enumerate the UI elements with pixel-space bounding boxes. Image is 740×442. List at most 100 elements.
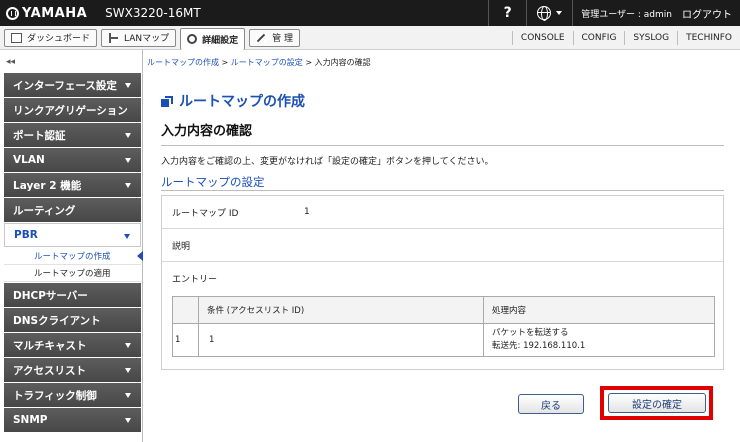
breadcrumb-separator: >	[219, 58, 231, 67]
confirm-button[interactable]: 設定の確定	[608, 393, 706, 413]
page-title-icon	[161, 95, 173, 107]
sidebar-item-dhcp-server[interactable]: DHCPサーバー	[4, 283, 141, 307]
chevron-down-icon	[125, 133, 131, 138]
confirm-highlight: 設定の確定	[600, 386, 713, 420]
language-button[interactable]	[526, 0, 572, 26]
cell-index: 1	[172, 323, 199, 357]
tab-dashboard[interactable]: ダッシュボード	[4, 28, 98, 47]
column-header-index	[172, 296, 199, 324]
chevron-down-icon	[125, 343, 131, 348]
pbr-submenu: ルートマップの作成 ルートマップの適用	[4, 248, 143, 282]
sidebar-item-port-auth[interactable]: ポート認証	[4, 123, 141, 147]
section-title: 入力内容の確認	[161, 124, 253, 139]
config-link[interactable]: CONFIG	[572, 30, 625, 45]
tab-admin-label: 管 理	[272, 34, 294, 44]
top-bar: YAMAHA SWX3220-16MT ? 管理ユーザー : admin ログア…	[0, 0, 740, 26]
cell-condition: 1	[198, 323, 484, 357]
back-button[interactable]: 戻る	[518, 394, 584, 414]
description-label: 説明	[172, 241, 191, 252]
main-content: ルートマップの作成 > ルートマップの設定 > 入力内容の確認 ルートマップの作…	[143, 50, 740, 442]
tab-detail-settings-label: 詳細設定	[202, 35, 239, 46]
description-row: 説明	[162, 229, 723, 262]
sidebar-item-label: マルチキャスト	[13, 339, 87, 352]
user-label: 管理ユーザー : admin	[572, 0, 680, 26]
yamaha-logo: YAMAHA	[0, 6, 87, 21]
divider	[161, 145, 724, 146]
techinfo-link[interactable]: TECHINFO	[677, 30, 740, 45]
sidebar-item-label: SNMP	[13, 414, 48, 426]
action-destination: 転送先: 192.168.110.1	[492, 341, 586, 351]
routemap-id-value: 1	[304, 207, 310, 217]
sidebar-item-interface[interactable]: インターフェース設定	[4, 73, 141, 97]
breadcrumb-current: 入力内容の確認	[314, 58, 371, 67]
sidebar-item-label: PBR	[14, 229, 38, 241]
lanmap-icon	[108, 32, 120, 43]
entry-table: 条件 (アクセスリスト ID) 処理内容 1 1 パケットを転送する 転送先: …	[172, 296, 715, 357]
tab-detail-settings[interactable]: 詳細設定	[180, 27, 246, 50]
yamaha-mark-icon	[6, 6, 19, 20]
sidebar-item-multicast[interactable]: マルチキャスト	[4, 333, 141, 357]
nav-bar: ダッシュボード LANマップ 詳細設定 管 理 CONSOLE CONFIG S…	[0, 26, 740, 50]
sidebar-item-label: DHCPサーバー	[13, 289, 88, 302]
sidebar-item-vlan[interactable]: VLAN	[4, 148, 141, 172]
chevron-down-icon	[125, 183, 131, 188]
chevron-down-icon	[556, 11, 563, 15]
sidebar: ◂◂ インターフェース設定 リンクアグリゲーション ポート認証 VLAN Lay…	[0, 50, 143, 442]
chevron-down-icon	[125, 83, 131, 88]
breadcrumb: ルートマップの作成 > ルートマップの設定 > 入力内容の確認	[147, 57, 371, 68]
console-link[interactable]: CONSOLE	[511, 30, 573, 45]
sidebar-item-label: DNSクライアント	[13, 314, 101, 327]
tab-dashboard-label: ダッシュボード	[27, 34, 91, 44]
wrench-icon	[256, 32, 268, 43]
entry-label: エントリー	[172, 274, 218, 285]
sidebar-collapse-button[interactable]: ◂◂	[0, 50, 142, 73]
sidebar-item-routing[interactable]: ルーティング	[4, 198, 141, 222]
tab-lanmap-label: LANマップ	[124, 34, 170, 44]
page-title: ルートマップの作成	[161, 91, 305, 111]
entry-row: エントリー	[162, 262, 723, 294]
tab-admin[interactable]: 管 理	[249, 28, 301, 47]
sidebar-item-snmp[interactable]: SNMP	[4, 408, 141, 432]
sidebar-item-label: ルーティング	[13, 204, 76, 217]
brand-name: YAMAHA	[22, 5, 88, 21]
cell-action: パケットを転送する 転送先: 192.168.110.1	[483, 323, 715, 357]
sidebar-item-label: VLAN	[13, 154, 45, 166]
divider	[161, 190, 724, 191]
sidebar-item-access-list[interactable]: アクセスリスト	[4, 358, 141, 382]
model-name: SWX3220-16MT	[105, 6, 201, 20]
logout-link[interactable]: ログアウト	[680, 0, 740, 26]
routemap-id-row: ルートマップ ID 1	[162, 196, 723, 229]
sidebar-item-pbr[interactable]: PBR	[4, 223, 141, 247]
sidebar-item-label: インターフェース設定	[13, 79, 117, 92]
breadcrumb-link-create[interactable]: ルートマップの作成	[147, 58, 219, 67]
sidebar-item-layer2[interactable]: Layer 2 機能	[4, 173, 141, 197]
table-header-row: 条件 (アクセスリスト ID) 処理内容	[172, 296, 715, 324]
sidebar-item-label: トラフィック制御	[13, 389, 97, 402]
chevron-down-icon	[125, 368, 131, 373]
sidebar-item-label: Layer 2 機能	[13, 179, 82, 192]
help-button[interactable]: ?	[488, 0, 526, 26]
sidebar-subitem-apply-routemap[interactable]: ルートマップの適用	[4, 265, 141, 282]
chevron-down-icon	[124, 234, 130, 239]
sidebar-item-label: アクセスリスト	[13, 364, 86, 377]
chevron-down-icon	[125, 418, 131, 423]
sidebar-item-label: ポート認証	[13, 129, 66, 142]
sidebar-item-link-aggregation[interactable]: リンクアグリゲーション	[4, 98, 141, 122]
breadcrumb-link-settings[interactable]: ルートマップの設定	[231, 58, 303, 67]
gear-icon	[187, 34, 198, 44]
chevron-down-icon	[125, 393, 131, 398]
sidebar-subitem-create-routemap[interactable]: ルートマップの作成	[4, 248, 143, 265]
sub-section-title: ルートマップの設定	[161, 175, 265, 189]
dashboard-icon	[11, 32, 22, 43]
action-line: パケットを転送する	[492, 328, 569, 338]
breadcrumb-separator: >	[302, 58, 315, 67]
chevron-down-icon	[125, 158, 131, 163]
instruction-text: 入力内容をご確認の上、変更がなければ「設定の確定」ボタンを押してください。	[161, 157, 494, 167]
page-title-text: ルートマップの作成	[179, 94, 305, 110]
sidebar-item-traffic-control[interactable]: トラフィック制御	[4, 383, 141, 407]
routemap-settings-panel: ルートマップ ID 1 説明 エントリー 条件 (アクセスリスト ID) 処理内…	[161, 195, 724, 370]
syslog-link[interactable]: SYSLOG	[624, 30, 677, 45]
sidebar-item-dns-client[interactable]: DNSクライアント	[4, 308, 141, 332]
tab-lanmap[interactable]: LANマップ	[101, 28, 177, 47]
table-row: 1 1 パケットを転送する 転送先: 192.168.110.1	[172, 323, 715, 357]
